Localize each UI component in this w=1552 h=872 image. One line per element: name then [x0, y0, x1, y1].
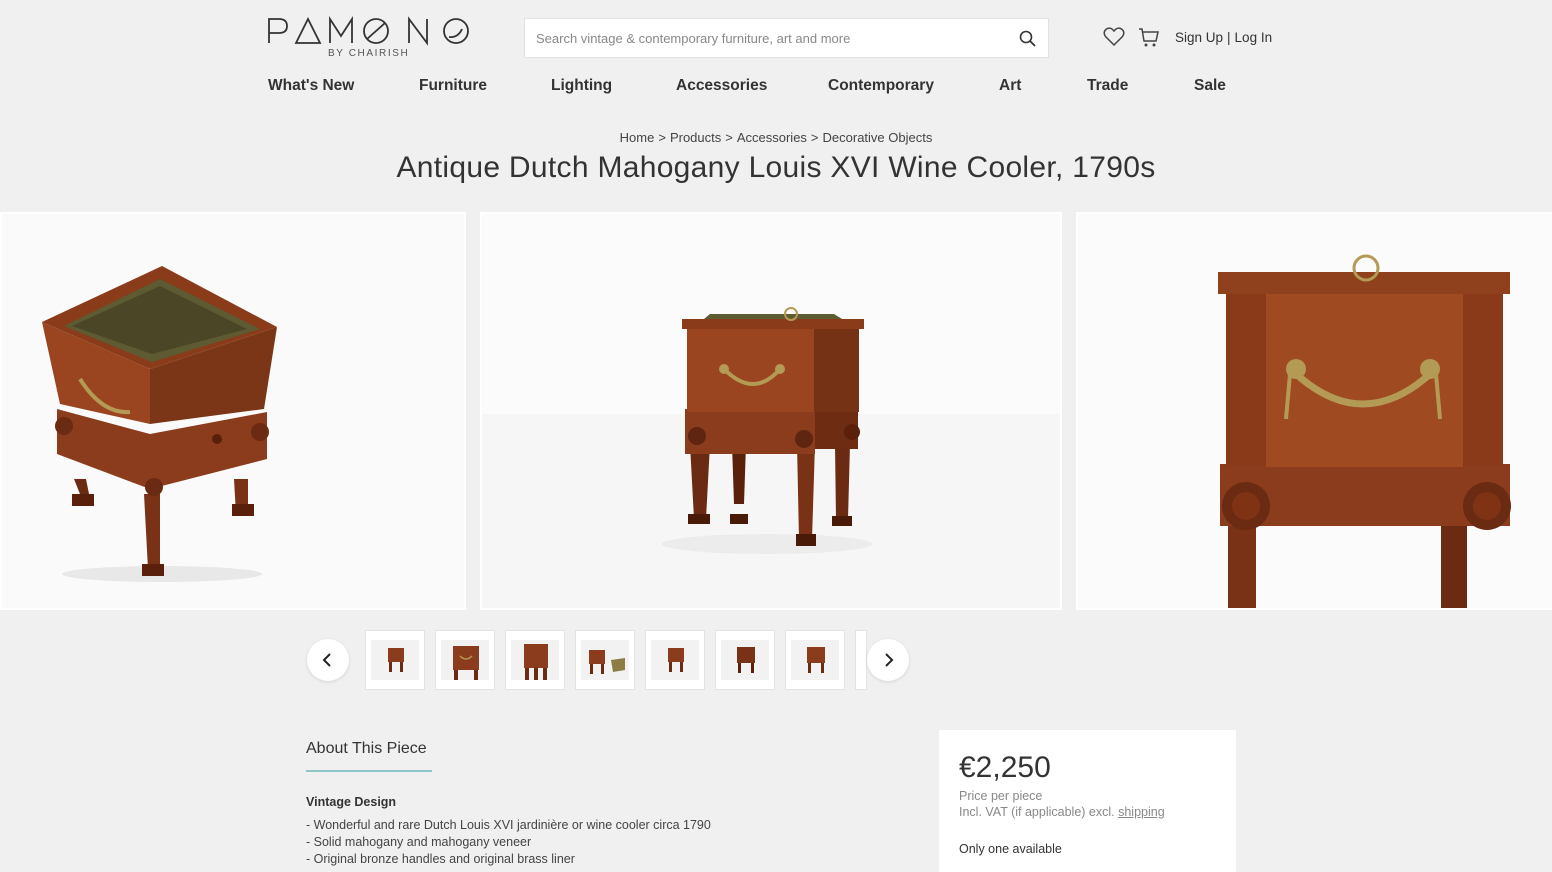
- nav-furniture[interactable]: Furniture: [419, 77, 487, 95]
- price: €2,250: [959, 751, 1051, 784]
- cart-icon[interactable]: [1138, 26, 1160, 48]
- thumbnail-8[interactable]: [855, 630, 867, 690]
- main-nav: What's New Furniture Lighting Accessorie…: [0, 77, 1552, 99]
- breadcrumb-separator: >: [725, 130, 733, 145]
- nav-sale[interactable]: Sale: [1194, 77, 1226, 95]
- heart-icon[interactable]: [1103, 27, 1125, 47]
- vat-text: Incl. VAT (if applicable) excl.: [959, 805, 1115, 819]
- breadcrumb-accessories[interactable]: Accessories: [737, 130, 807, 145]
- pamono-logo[interactable]: BY CHAIRISH: [266, 16, 470, 62]
- breadcrumb-home[interactable]: Home: [620, 130, 655, 145]
- logo-subtitle: BY CHAIRISH: [328, 48, 410, 59]
- nav-trade[interactable]: Trade: [1087, 77, 1128, 95]
- shipping-link[interactable]: shipping: [1118, 805, 1165, 819]
- breadcrumb: Home > Products > Accessories > Decorative Obj…: [0, 130, 1552, 145]
- price-unit: Price per piece: [959, 789, 1043, 803]
- search-input[interactable]: [525, 19, 995, 57]
- product-photo-3[interactable]: [1076, 212, 1552, 610]
- product-photo-1[interactable]: [0, 212, 466, 610]
- nav-lighting[interactable]: Lighting: [551, 77, 612, 95]
- tab-active-underline: [306, 770, 432, 772]
- thumbnail-3[interactable]: [505, 630, 565, 690]
- auth-separator: |: [1227, 30, 1231, 45]
- thumbnail-5[interactable]: [645, 630, 705, 690]
- vat-note: Incl. VAT (if applicable) excl. shipping: [959, 805, 1165, 819]
- breadcrumb-decorative-objects[interactable]: Decorative Objects: [823, 130, 933, 145]
- nav-whats-new[interactable]: What's New: [268, 77, 354, 95]
- sign-up-link[interactable]: Sign Up: [1175, 30, 1223, 45]
- nav-contemporary[interactable]: Contemporary: [828, 77, 934, 95]
- search-bar: [524, 18, 1049, 58]
- breadcrumb-separator: >: [810, 130, 819, 145]
- chevron-left-icon: [322, 653, 331, 667]
- description-line: - Original bronze handles and original b…: [306, 852, 575, 866]
- availability: Only one available: [959, 842, 1062, 856]
- auth-links: Sign Up | Log In: [1175, 30, 1272, 45]
- page-title: Antique Dutch Mahogany Louis XVI Wine Co…: [396, 151, 1156, 184]
- nav-art[interactable]: Art: [999, 77, 1021, 95]
- thumbnail-4[interactable]: [575, 630, 635, 690]
- thumbnail-2[interactable]: [435, 630, 495, 690]
- breadcrumb-separator: >: [658, 130, 666, 145]
- section-heading: Vintage Design: [306, 795, 397, 809]
- nav-accessories[interactable]: Accessories: [676, 77, 767, 95]
- thumbnail-1[interactable]: [365, 630, 425, 690]
- thumbnail-7[interactable]: [785, 630, 845, 690]
- description-line: - Wonderful and rare Dutch Louis XVI jar…: [306, 818, 711, 832]
- thumbnail-6[interactable]: [715, 630, 775, 690]
- search-icon[interactable]: [1018, 29, 1038, 49]
- chevron-right-icon: [885, 653, 894, 667]
- gallery-prev-button[interactable]: [307, 639, 349, 681]
- gallery-next-button[interactable]: [867, 639, 909, 681]
- description: - Wonderful and rare Dutch Louis XVI jar…: [306, 817, 711, 868]
- tab-about-this-piece[interactable]: About This Piece: [306, 740, 427, 758]
- product-photo-2[interactable]: [480, 212, 1062, 610]
- log-in-link[interactable]: Log In: [1235, 30, 1273, 45]
- description-line: - Solid mahogany and mahogany veneer: [306, 835, 532, 849]
- price-card: €2,250 Price per piece Incl. VAT (if app…: [939, 730, 1236, 872]
- breadcrumb-products[interactable]: Products: [670, 130, 721, 145]
